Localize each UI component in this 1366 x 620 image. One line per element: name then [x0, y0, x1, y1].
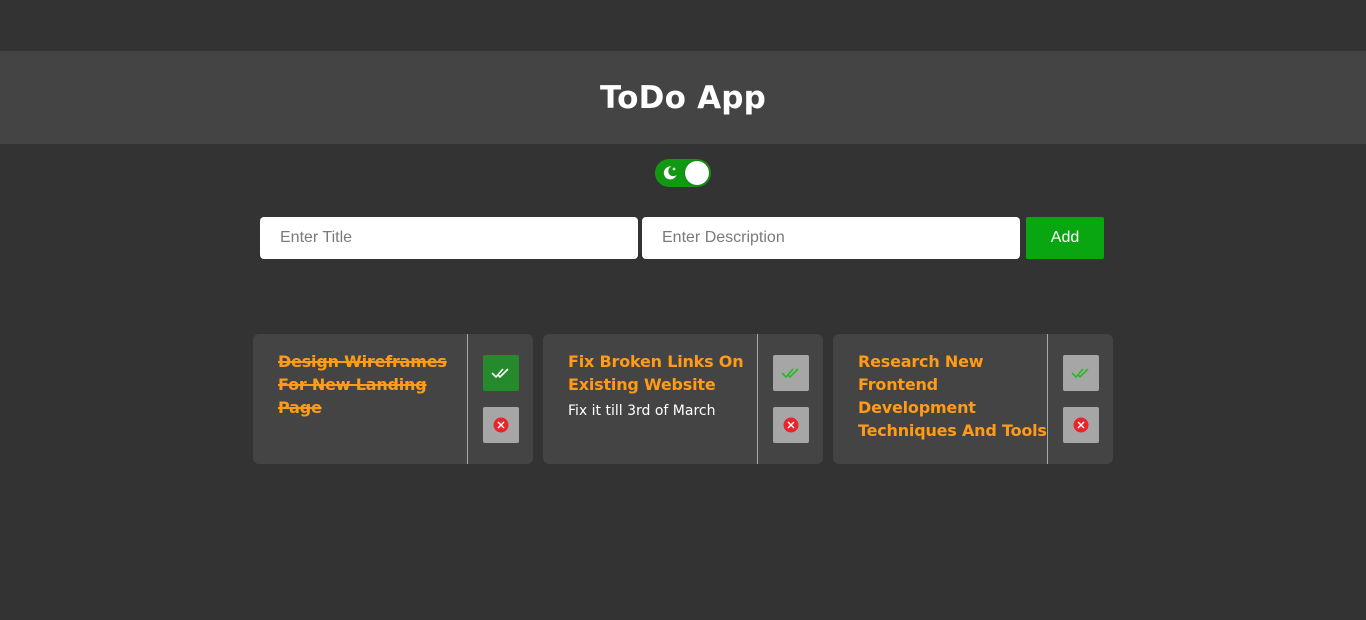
todo-description: Fix it till 3rd of March	[568, 403, 716, 419]
todo-content: Design Wireframes For New Landing Page	[253, 334, 468, 464]
todo-content: Research New Frontend Development Techni…	[833, 334, 1048, 464]
moon-icon	[663, 166, 677, 180]
todo-card: Design Wireframes For New Landing Page	[253, 334, 533, 464]
todo-card: Fix Broken Links On Existing Website Fix…	[543, 334, 823, 464]
add-button[interactable]: Add	[1026, 217, 1104, 259]
close-circle-icon	[1073, 417, 1089, 433]
double-check-icon	[491, 368, 509, 379]
description-input[interactable]	[642, 217, 1020, 259]
app-header: ToDo App	[0, 51, 1366, 144]
complete-button[interactable]	[773, 355, 809, 391]
double-check-icon	[781, 368, 799, 379]
complete-button[interactable]	[483, 355, 519, 391]
todo-actions	[773, 355, 809, 443]
todo-card: Research New Frontend Development Techni…	[833, 334, 1113, 464]
todo-content: Fix Broken Links On Existing Website Fix…	[543, 334, 758, 464]
close-circle-icon	[783, 417, 799, 433]
theme-toggle[interactable]	[655, 159, 711, 187]
delete-button[interactable]	[483, 407, 519, 443]
toggle-knob	[685, 161, 709, 185]
app-title: ToDo App	[599, 79, 767, 116]
double-check-icon	[1071, 368, 1089, 379]
todo-actions	[1063, 355, 1099, 443]
delete-button[interactable]	[773, 407, 809, 443]
close-circle-icon	[493, 417, 509, 433]
todo-title: Fix Broken Links On Existing Website	[568, 352, 744, 394]
delete-button[interactable]	[1063, 407, 1099, 443]
title-input[interactable]	[260, 217, 638, 259]
todo-actions	[483, 355, 519, 443]
complete-button[interactable]	[1063, 355, 1099, 391]
todo-title: Research New Frontend Development Techni…	[858, 352, 1047, 440]
todo-title: Design Wireframes For New Landing Page	[278, 352, 447, 417]
